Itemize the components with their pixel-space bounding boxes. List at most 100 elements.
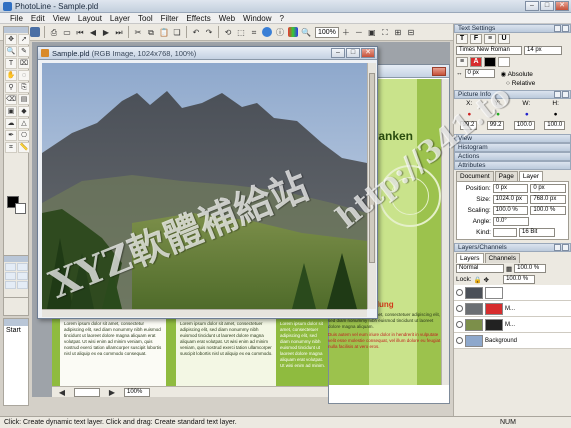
eraser-tool-icon[interactable]: ⌫	[5, 94, 17, 105]
save-icon[interactable]	[29, 26, 41, 38]
paste-icon[interactable]: 📋	[158, 26, 170, 38]
nav-button[interactable]	[5, 281, 16, 289]
position-y-field[interactable]: 0 px	[530, 184, 566, 193]
histogram-panel-header[interactable]: Histogram	[454, 143, 571, 152]
hand-tool-icon[interactable]: ✋	[5, 70, 17, 81]
actions-panel-header[interactable]: Actions	[454, 152, 571, 161]
panel-collapse-icon[interactable]	[554, 91, 561, 98]
scaling-y-field[interactable]: 100.0 %	[530, 206, 566, 215]
maximize-button[interactable]: □	[540, 1, 554, 11]
nav-button[interactable]	[17, 272, 28, 280]
eyedropper-tool-icon[interactable]: ⚲	[5, 82, 17, 93]
doc-minimize-button[interactable]: –	[331, 48, 345, 58]
shape-tool-icon[interactable]: ◆	[18, 106, 30, 117]
grid-icon[interactable]: ⊞	[392, 26, 404, 38]
mask-icon[interactable]: ▦	[506, 265, 512, 273]
redo-icon[interactable]: ↷	[203, 26, 215, 38]
layer-row[interactable]: M...	[454, 301, 571, 317]
tab-page[interactable]: Page	[494, 171, 518, 181]
attributes-panel-header[interactable]: Attributes	[454, 161, 571, 170]
measure-tool-icon[interactable]: 📏	[18, 142, 30, 153]
layout-zoom-field[interactable]: 100%	[124, 387, 150, 397]
text-settings-header[interactable]: Text Settings	[454, 24, 571, 33]
zoom-in-icon[interactable]: ＋	[340, 26, 352, 38]
cut-icon[interactable]: ✂	[132, 26, 144, 38]
brush-tool-icon[interactable]: ✎	[18, 46, 30, 57]
menu-view[interactable]: View	[49, 13, 74, 23]
previous-page-icon[interactable]: ◀	[87, 26, 99, 38]
tab-document[interactable]: Document	[456, 171, 494, 181]
tab-layer[interactable]: Layer	[518, 171, 544, 181]
close-button[interactable]: ✕	[555, 1, 569, 11]
transform-icon[interactable]: ⟲	[222, 26, 234, 38]
guides-icon[interactable]: ⊟	[405, 26, 417, 38]
nav-button[interactable]	[5, 272, 16, 280]
layer-row[interactable]: M...	[454, 317, 571, 333]
visibility-eye-icon[interactable]	[456, 321, 463, 328]
visibility-eye-icon[interactable]	[456, 289, 463, 296]
select-all-icon[interactable]: ⬚	[235, 26, 247, 38]
zoom-icon[interactable]: 🔍	[300, 26, 312, 38]
scaling-x-field[interactable]: 100.0 %	[492, 206, 529, 215]
text-tool-icon[interactable]: T	[5, 58, 17, 69]
font-size-field[interactable]: 14 px	[524, 46, 562, 55]
nav-button[interactable]	[17, 281, 28, 289]
visibility-eye-icon[interactable]	[456, 305, 463, 312]
absolute-radio[interactable]: ◉ Absolute	[501, 70, 533, 78]
menu-effects[interactable]: Effects	[182, 13, 214, 23]
image-document-window[interactable]: Sample.pld (RGB Image, 1024x768, 100%) –…	[37, 46, 378, 319]
tab-layers[interactable]: Layers	[456, 253, 484, 263]
layer-row[interactable]: Background	[454, 333, 571, 349]
stamp-tool-icon[interactable]: ⎔	[18, 130, 30, 141]
history-item-start[interactable]: Start	[4, 326, 28, 335]
lasso-tool-icon[interactable]: ◌	[18, 70, 30, 81]
scanner-icon[interactable]: ▭	[61, 26, 73, 38]
prev-page-icon[interactable]: ◀	[56, 386, 68, 398]
first-page-icon[interactable]: ⏮	[74, 26, 86, 38]
text-normal-button[interactable]: T	[456, 34, 468, 44]
zoom-out-icon[interactable]: －	[353, 26, 365, 38]
background-text-swatch[interactable]	[498, 57, 510, 67]
text-align-button[interactable]: ≡	[484, 34, 496, 44]
info-icon[interactable]: ⓘ	[274, 26, 286, 38]
menu-window[interactable]: Window	[239, 13, 275, 23]
bit-depth-field[interactable]: 16 Bit	[519, 228, 555, 237]
size-width-field[interactable]: 1024.0 px	[492, 195, 529, 204]
panel-close-icon[interactable]	[562, 91, 569, 98]
fill-tool-icon[interactable]: ▣	[5, 106, 17, 117]
palette-icon[interactable]	[287, 26, 299, 38]
layout-close-button[interactable]	[432, 67, 446, 76]
doc-maximize-button[interactable]: □	[346, 48, 360, 58]
angle-field[interactable]: 0.0°	[493, 217, 529, 226]
view-panel-header[interactable]: View	[454, 134, 571, 143]
duplicate-icon[interactable]: ❏	[171, 26, 183, 38]
nav-button[interactable]	[17, 263, 28, 271]
background-color-swatch[interactable]	[15, 203, 26, 214]
menu-filter[interactable]: Filter	[157, 13, 183, 23]
panel-collapse-icon[interactable]	[554, 244, 561, 251]
zoom-tool-icon[interactable]: 🔍	[5, 46, 17, 57]
fill-opacity-field[interactable]: 100.0 %	[503, 275, 536, 284]
page-number-field[interactable]	[74, 387, 100, 397]
document-titlebar[interactable]: Sample.pld (RGB Image, 1024x768, 100%) –…	[38, 47, 377, 60]
visibility-eye-icon[interactable]	[456, 337, 463, 344]
lock-icon[interactable]: 🔒	[474, 276, 482, 284]
menu-help[interactable]: ?	[275, 13, 287, 23]
relative-radio[interactable]: ○ Relative	[506, 80, 535, 87]
menu-file[interactable]: File	[6, 13, 27, 23]
text-frame-button[interactable]: F	[470, 34, 482, 44]
panel-collapse-icon[interactable]	[554, 25, 561, 32]
fullscreen-icon[interactable]: ⛶	[379, 26, 391, 38]
kind-select[interactable]	[493, 228, 517, 237]
move-tool-icon[interactable]: ✥	[5, 34, 17, 45]
nav-button[interactable]	[5, 263, 16, 271]
crop-icon[interactable]: ⌗	[248, 26, 260, 38]
web-icon[interactable]	[261, 26, 273, 38]
panel-close-icon[interactable]	[562, 244, 569, 251]
next-page-icon[interactable]: ▶	[100, 26, 112, 38]
print-icon[interactable]: ⎙	[48, 26, 60, 38]
zoom-level-field[interactable]: 100%	[315, 26, 339, 38]
layers-panel-header[interactable]: Layers/Channels	[454, 243, 571, 252]
crop-tool-icon[interactable]: ⌗	[5, 142, 17, 153]
menu-layout[interactable]: Layout	[74, 13, 106, 23]
